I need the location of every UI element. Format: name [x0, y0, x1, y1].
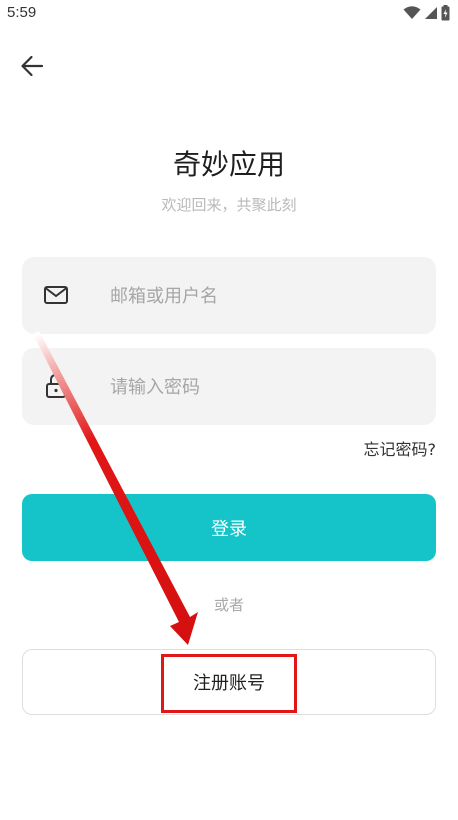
lock-icon	[42, 372, 70, 400]
mail-icon	[42, 281, 70, 309]
status-time: 5:59	[7, 4, 37, 21]
cellular-signal-icon	[424, 6, 438, 20]
login-button[interactable]: 登录	[22, 494, 436, 561]
arrow-left-icon	[20, 55, 44, 81]
email-field[interactable]	[22, 257, 436, 336]
email-input[interactable]	[108, 257, 412, 336]
app-title: 奇妙应用	[172, 148, 285, 181]
app-subtitle: 欢迎回来，共聚此刻	[161, 196, 297, 214]
back-button[interactable]	[14, 52, 50, 84]
status-icons	[403, 4, 450, 22]
or-divider-text: 或者	[213, 596, 244, 614]
register-button-label: 注册账号	[193, 673, 265, 694]
password-field[interactable]	[22, 348, 436, 427]
password-input[interactable]	[108, 348, 412, 427]
wifi-icon	[403, 6, 421, 20]
register-button[interactable]: 注册账号	[22, 649, 436, 715]
battery-charging-icon	[441, 5, 450, 21]
forgot-password-link[interactable]: 忘记密码?	[364, 438, 437, 462]
status-bar: 5:59	[0, 0, 458, 26]
